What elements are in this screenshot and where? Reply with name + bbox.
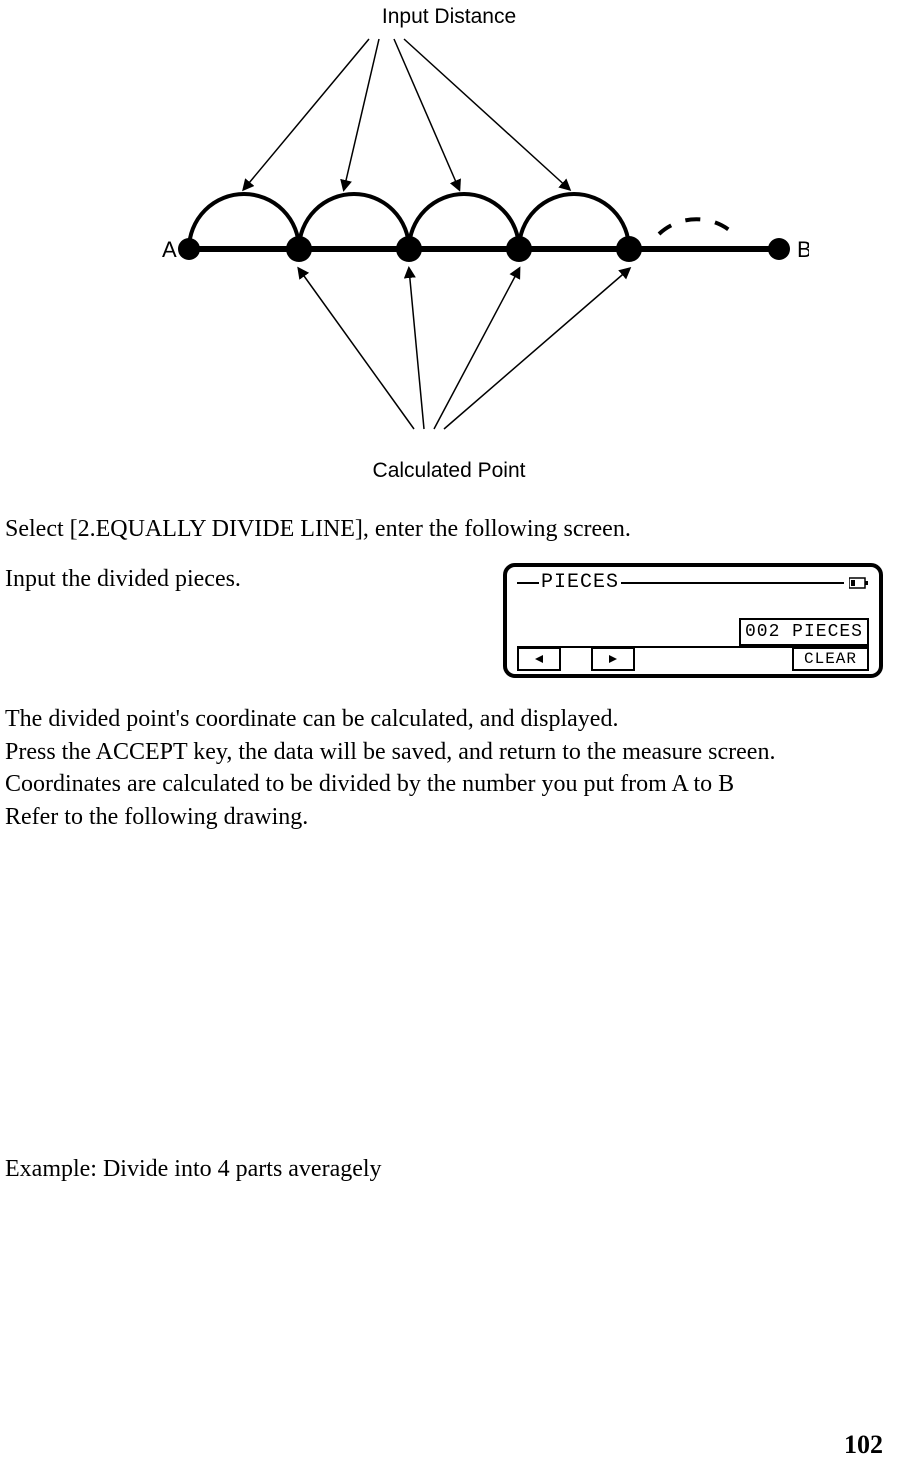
battery-icon xyxy=(849,576,869,590)
instruction-select: Select [2.EQUALLY DIVIDE LINE], enter th… xyxy=(5,513,888,545)
instruction-input: Input the divided pieces. xyxy=(5,563,473,595)
prev-button[interactable] xyxy=(517,647,561,671)
clear-button[interactable]: CLEAR xyxy=(792,647,869,671)
arrow-left-icon xyxy=(533,653,545,665)
screen-title: PIECES xyxy=(539,569,621,596)
point-a-label: A xyxy=(162,237,177,262)
line-divide-diagram: A B xyxy=(89,34,809,454)
arrow-right-icon xyxy=(607,653,619,665)
paragraph-2: Press the ACCEPT key, the data will be s… xyxy=(5,736,888,768)
diagram-label-top: Input Distance xyxy=(0,5,898,29)
example-heading: Example: Divide into 4 parts averagely xyxy=(5,1153,888,1185)
diagram-label-bottom: Calculated Point xyxy=(0,459,898,483)
body-text: Select [2.EQUALLY DIVIDE LINE], enter th… xyxy=(5,513,888,1185)
diagram-container: Input Distance A B xyxy=(0,0,898,483)
paragraph-1: The divided point's coordinate can be ca… xyxy=(5,703,888,735)
pieces-screen: PIECES 002 PIECES CLEAR xyxy=(503,563,883,678)
paragraph-3: Coordinates are calculated to be divided… xyxy=(5,768,888,800)
pieces-value: 002 PIECES xyxy=(739,618,869,646)
paragraph-4: Refer to the following drawing. xyxy=(5,801,888,833)
next-button[interactable] xyxy=(591,647,635,671)
page-number: 102 xyxy=(844,1430,883,1460)
point-b-label: B xyxy=(797,237,809,262)
